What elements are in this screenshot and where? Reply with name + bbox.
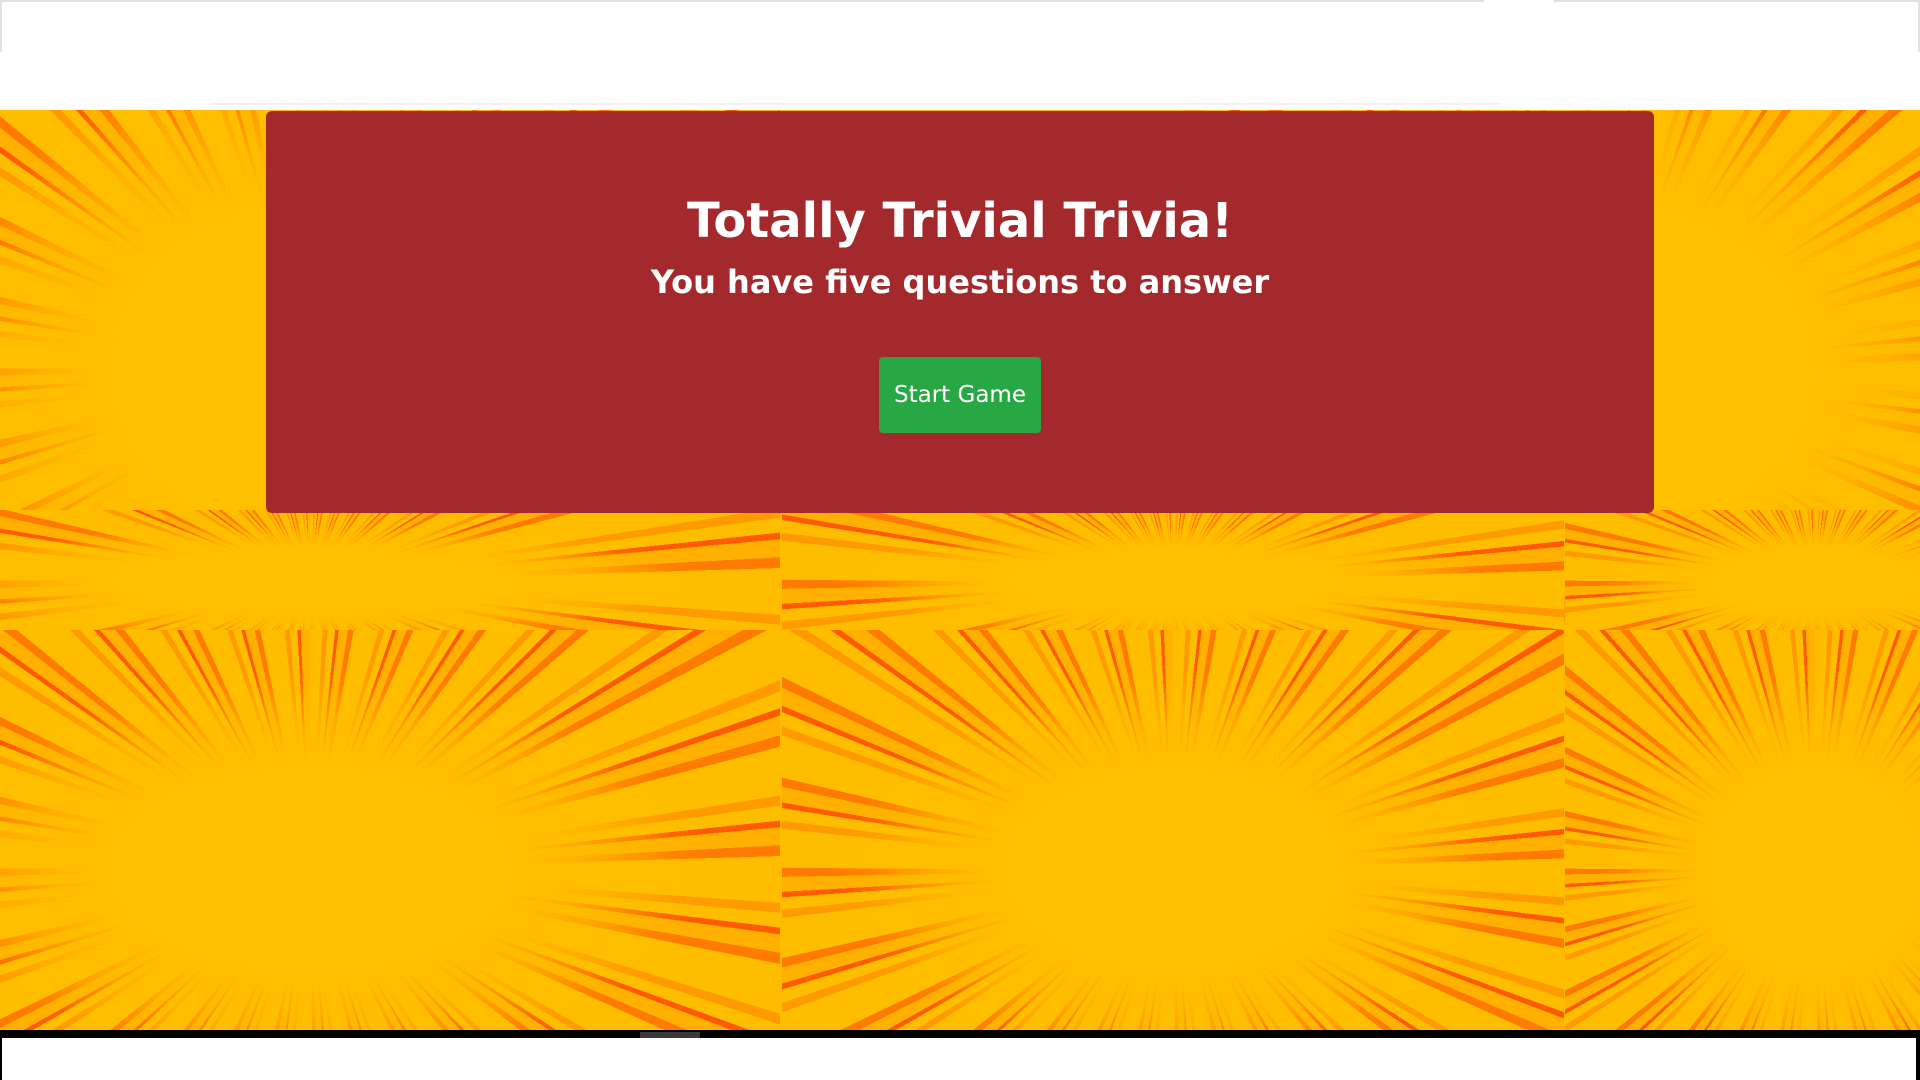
- bottom-bar: [0, 1030, 1920, 1080]
- bottom-bar-panel: [2, 1038, 1916, 1080]
- sunburst-tile: [782, 510, 1564, 630]
- sunburst-tile: [782, 630, 1564, 1030]
- top-bar-notch: [1484, 0, 1554, 4]
- top-bar-divider: [210, 103, 1500, 105]
- sunburst-tile: [1565, 630, 1920, 1030]
- hero-panel: Totally Trivial Trivia! You have five qu…: [266, 111, 1654, 513]
- page: Totally Trivial Trivia! You have five qu…: [0, 0, 1920, 1080]
- page-subtitle: You have five questions to answer: [650, 263, 1270, 301]
- sunburst-tile: [0, 630, 780, 1030]
- sunburst-tile: [1565, 510, 1920, 630]
- top-bar-left-edge: [0, 2, 2, 52]
- page-title: Totally Trivial Trivia!: [686, 193, 1234, 249]
- sunburst-tile: [0, 510, 780, 630]
- start-game-button[interactable]: Start Game: [879, 357, 1041, 433]
- top-bar: [0, 0, 1920, 110]
